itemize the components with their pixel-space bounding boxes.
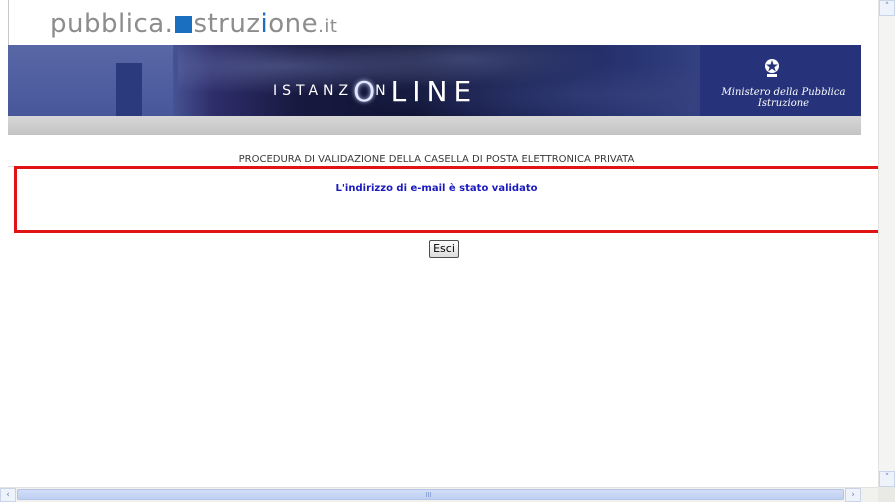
brand-tail: one — [268, 9, 319, 39]
right-arrow-icon[interactable]: › — [845, 488, 861, 502]
banner-text-o: O — [353, 75, 376, 108]
left-divider — [8, 0, 9, 45]
istanze-online-logo: ISTANZONLINE — [273, 78, 477, 106]
banner-text-n: N — [375, 83, 391, 99]
pubblica-istruzione-logo[interactable]: pubblica. struzione.it — [50, 11, 337, 37]
exit-button[interactable]: Esci — [429, 240, 459, 258]
left-arrow-icon[interactable]: ‹ — [0, 488, 16, 502]
scroll-thumb-grip — [426, 492, 432, 497]
banner-text-pre: ISTANZ — [273, 83, 354, 99]
vertical-scrollbar[interactable]: ˄ ˅ — [878, 0, 895, 487]
brand-domain: .it — [318, 16, 338, 37]
page-viewport: pubblica. struzione.it ISTANZONLINE Minis… — [0, 0, 878, 487]
istanze-online-banner: ISTANZONLINE Ministero della Pubblica Is… — [8, 45, 861, 116]
banner-bar — [116, 63, 142, 116]
down-arrow-icon[interactable]: ˅ — [879, 471, 895, 487]
banner-left-panel — [8, 45, 173, 116]
banner-text-line: LINE — [390, 75, 478, 108]
procedure-title: PROCEDURA DI VALIDAZIONE DELLA CASELLA D… — [238, 154, 635, 165]
brand-mid: struz — [193, 9, 261, 39]
brand-prefix: pubblica. — [50, 9, 174, 39]
site-brand-header: pubblica. struzione.it — [0, 0, 860, 45]
up-arrow-icon[interactable]: ˄ — [879, 0, 895, 16]
header-grey-band — [8, 116, 861, 135]
ministry-name: Ministero della Pubblica Istruzione — [721, 87, 846, 109]
highlight-frame — [14, 166, 878, 233]
emblem-icon — [765, 59, 779, 77]
brand-i-square — [175, 16, 193, 33]
scrollbar-corner — [878, 487, 895, 502]
